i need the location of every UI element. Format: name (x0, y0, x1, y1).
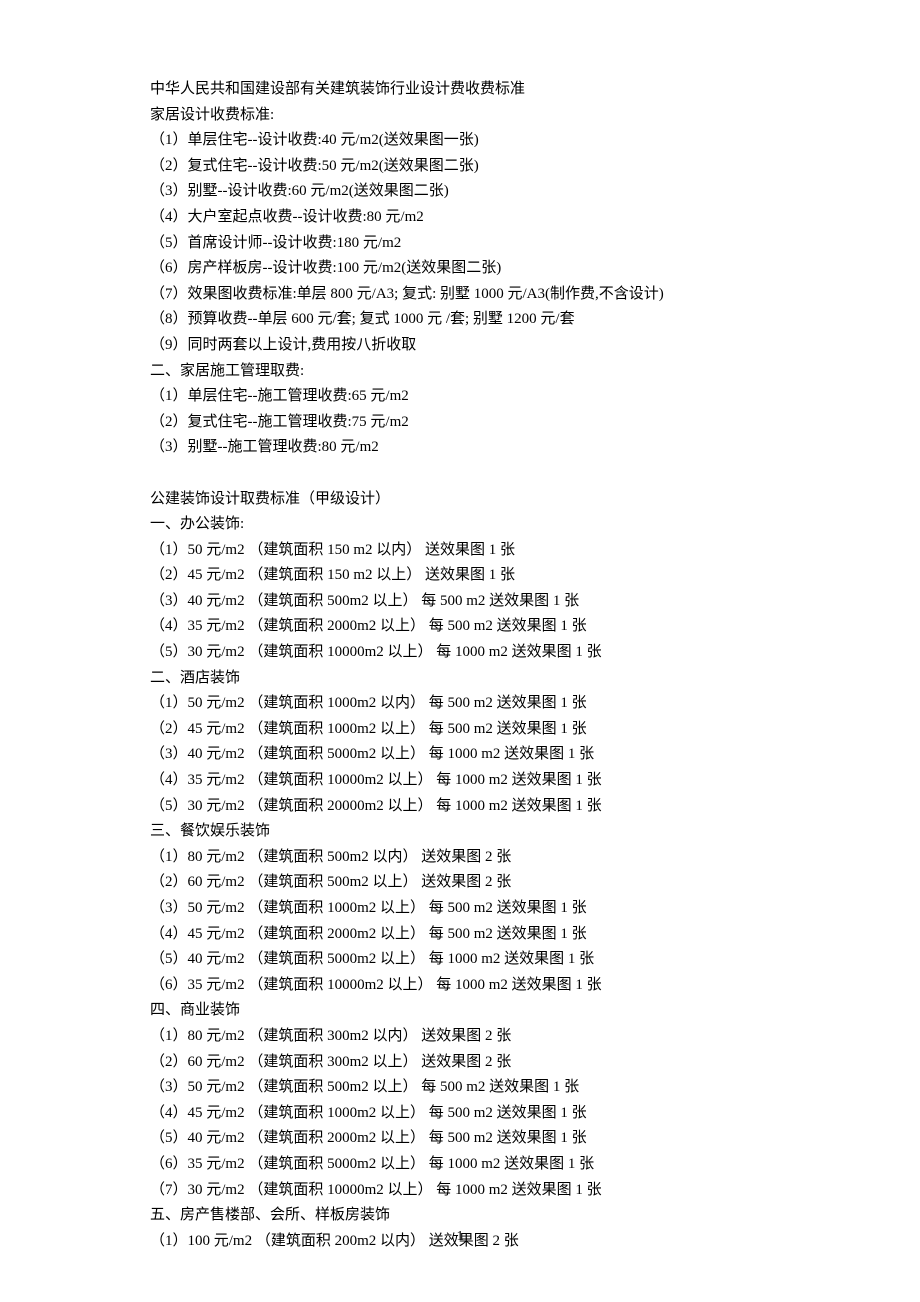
list-item: （5）30 元/m2 （建筑面积 10000m2 以上） 每 1000 m2 送… (150, 640, 770, 666)
list-item: （2）45 元/m2 （建筑面积 150 m2 以上） 送效果图 1 张 (150, 563, 770, 589)
list-item: （4）35 元/m2 （建筑面积 10000m2 以上） 每 1000 m2 送… (150, 768, 770, 794)
subsection-header: 四、商业装饰 (150, 998, 770, 1024)
list-item: （6）35 元/m2 （建筑面积 5000m2 以上） 每 1000 m2 送效… (150, 1152, 770, 1178)
list-item: （7）效果图收费标准:单层 800 元/A3; 复式: 别墅 1000 元/A3… (150, 282, 770, 308)
list-item: （2）复式住宅--设计收费:50 元/m2(送效果图二张) (150, 154, 770, 180)
list-item: （7）30 元/m2 （建筑面积 10000m2 以上） 每 1000 m2 送… (150, 1178, 770, 1204)
list-item: （9）同时两套以上设计,费用按八折收取 (150, 333, 770, 359)
section-header: 公建装饰设计取费标准（甲级设计） (150, 487, 770, 513)
list-item: （6）房产样板房--设计收费:100 元/m2(送效果图二张) (150, 256, 770, 282)
subsection-header: 三、餐饮娱乐装饰 (150, 819, 770, 845)
blank-line (150, 461, 770, 487)
subsection-header: 一、办公装饰: (150, 512, 770, 538)
page-number: 1 (0, 1224, 920, 1250)
document-page: 中华人民共和国建设部有关建筑装饰行业设计费收费标准 家居设计收费标准: （1）单… (0, 0, 920, 1302)
list-item: （5）30 元/m2 （建筑面积 20000m2 以上） 每 1000 m2 送… (150, 794, 770, 820)
list-item: （2）60 元/m2 （建筑面积 300m2 以上） 送效果图 2 张 (150, 1050, 770, 1076)
list-item: （3）50 元/m2 （建筑面积 500m2 以上） 每 500 m2 送效果图… (150, 1075, 770, 1101)
list-item: （1）单层住宅--设计收费:40 元/m2(送效果图一张) (150, 128, 770, 154)
list-item: （1）80 元/m2 （建筑面积 500m2 以内） 送效果图 2 张 (150, 845, 770, 871)
list-item: （3）别墅--设计收费:60 元/m2(送效果图二张) (150, 179, 770, 205)
list-item: （3）别墅--施工管理收费:80 元/m2 (150, 435, 770, 461)
list-item: （8）预算收费--单层 600 元/套; 复式 1000 元 /套; 别墅 12… (150, 307, 770, 333)
section-header: 二、家居施工管理取费: (150, 359, 770, 385)
list-item: （5）首席设计师--设计收费:180 元/m2 (150, 231, 770, 257)
section-header: 家居设计收费标准: (150, 103, 770, 129)
subsection-header: 二、酒店装饰 (150, 666, 770, 692)
list-item: （4）大户室起点收费--设计收费:80 元/m2 (150, 205, 770, 231)
list-item: （1）单层住宅--施工管理收费:65 元/m2 (150, 384, 770, 410)
list-item: （2）60 元/m2 （建筑面积 500m2 以上） 送效果图 2 张 (150, 870, 770, 896)
list-item: （1）80 元/m2 （建筑面积 300m2 以内） 送效果图 2 张 (150, 1024, 770, 1050)
list-item: （3）50 元/m2 （建筑面积 1000m2 以上） 每 500 m2 送效果… (150, 896, 770, 922)
list-item: （4）45 元/m2 （建筑面积 1000m2 以上） 每 500 m2 送效果… (150, 1101, 770, 1127)
list-item: （4）35 元/m2 （建筑面积 2000m2 以上） 每 500 m2 送效果… (150, 614, 770, 640)
list-item: （6）35 元/m2 （建筑面积 10000m2 以上） 每 1000 m2 送… (150, 973, 770, 999)
list-item: （2）复式住宅--施工管理收费:75 元/m2 (150, 410, 770, 436)
list-item: （3）40 元/m2 （建筑面积 500m2 以上） 每 500 m2 送效果图… (150, 589, 770, 615)
list-item: （1）50 元/m2 （建筑面积 1000m2 以内） 每 500 m2 送效果… (150, 691, 770, 717)
list-item: （5）40 元/m2 （建筑面积 5000m2 以上） 每 1000 m2 送效… (150, 947, 770, 973)
list-item: （1）50 元/m2 （建筑面积 150 m2 以内） 送效果图 1 张 (150, 538, 770, 564)
list-item: （4）45 元/m2 （建筑面积 2000m2 以上） 每 500 m2 送效果… (150, 922, 770, 948)
list-item: （5）40 元/m2 （建筑面积 2000m2 以上） 每 500 m2 送效果… (150, 1126, 770, 1152)
list-item: （3）40 元/m2 （建筑面积 5000m2 以上） 每 1000 m2 送效… (150, 742, 770, 768)
document-title: 中华人民共和国建设部有关建筑装饰行业设计费收费标准 (150, 77, 770, 103)
list-item: （2）45 元/m2 （建筑面积 1000m2 以上） 每 500 m2 送效果… (150, 717, 770, 743)
